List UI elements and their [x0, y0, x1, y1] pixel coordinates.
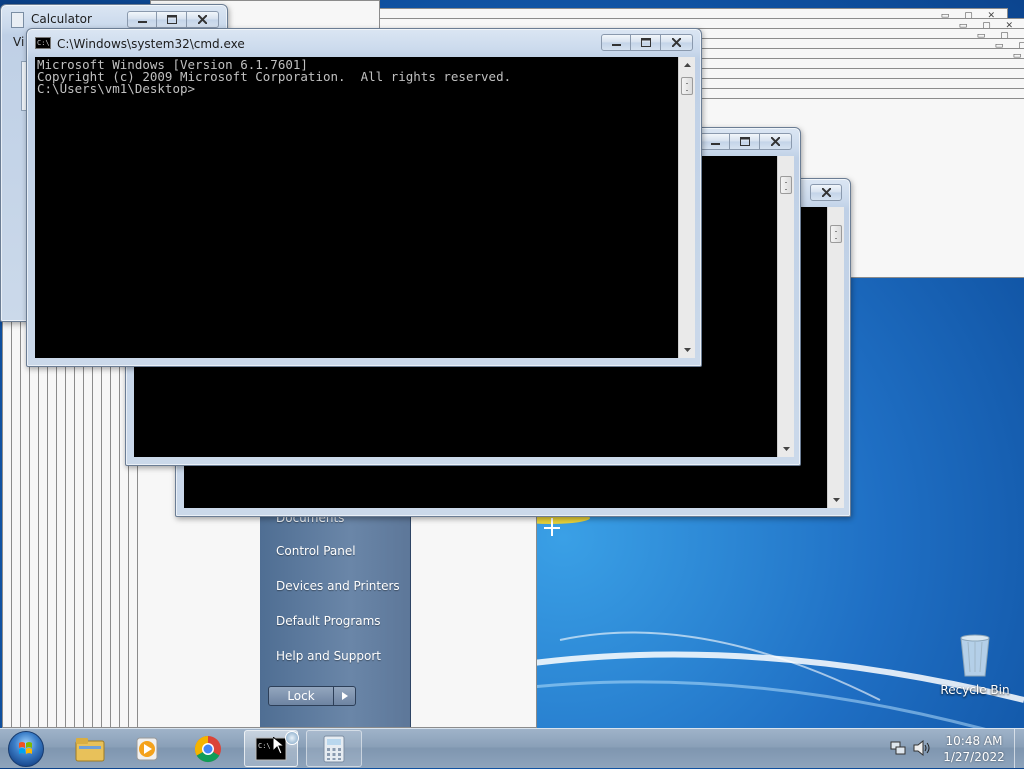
volume-icon[interactable]	[913, 739, 931, 759]
calculator-icon	[323, 735, 345, 762]
calculator-icon	[11, 12, 24, 28]
cmd-icon: C:\	[35, 37, 51, 49]
shutdown-options-arrow[interactable]	[334, 686, 356, 706]
close-icon	[672, 38, 681, 47]
minimize-icon	[710, 143, 720, 145]
close-icon	[771, 137, 780, 146]
windows-logo-icon	[19, 742, 32, 754]
cmd-minimize-button[interactable]	[601, 34, 631, 51]
taskbar-media-player[interactable]	[120, 730, 176, 767]
start-menu-item-default-programs[interactable]: Default Programs	[276, 614, 381, 628]
maximize-icon	[640, 38, 651, 47]
maximize-icon	[739, 137, 750, 146]
clock-time: 10:48 AM	[945, 734, 1003, 748]
calculator-menu-view[interactable]: Vi	[13, 35, 24, 49]
taskbar-cmd[interactable]: C:\	[244, 730, 299, 767]
start-menu-item-control-panel[interactable]: Control Panel	[276, 544, 356, 558]
media-player-icon	[136, 737, 158, 760]
taskbar-calculator[interactable]	[306, 730, 362, 767]
start-button[interactable]	[8, 731, 44, 767]
network-icon[interactable]	[890, 740, 906, 759]
show-desktop-button[interactable]	[1014, 729, 1024, 768]
arrow-down-icon	[683, 348, 691, 352]
clock-date: 1/27/2022	[943, 750, 1005, 764]
minimize-icon	[137, 21, 147, 23]
scroll-up-button[interactable]	[679, 57, 695, 73]
minimize-icon	[611, 44, 621, 46]
svg-text:C:\: C:\	[258, 742, 271, 750]
mouse-cursor-icon	[273, 737, 285, 755]
lock-button[interactable]: Lock	[268, 686, 334, 706]
calculator-title: Calculator	[31, 12, 92, 26]
cmd-maximize-button[interactable]	[631, 34, 661, 51]
cmd-close-button[interactable]	[661, 34, 693, 51]
console-prompt: C:\Users\vm1\Desktop>	[37, 81, 196, 96]
taskbar-explorer[interactable]	[62, 730, 118, 767]
maximize-icon	[166, 15, 177, 24]
chrome-icon	[194, 735, 221, 762]
tray-clock[interactable]: 10:48 AM 1/27/2022	[940, 733, 1008, 765]
chevron-right-icon	[341, 692, 348, 700]
notification-badge	[285, 731, 299, 745]
cmd-title: C:\Windows\system32\cmd.exe	[57, 37, 245, 51]
cmd-scrollbar[interactable]	[678, 57, 695, 358]
close-icon	[821, 188, 831, 197]
calculator-close-button[interactable]	[187, 11, 219, 28]
start-menu-item-devices-printers[interactable]: Devices and Printers	[276, 579, 400, 593]
calculator-maximize-button[interactable]	[157, 11, 187, 28]
scroll-down-button[interactable]	[679, 342, 695, 358]
close-icon	[198, 15, 207, 24]
folder-icon	[75, 737, 105, 761]
start-menu-item-help-support[interactable]: Help and Support	[276, 649, 381, 663]
cmd-window[interactable]: C:\ C:\Windows\system32\cmd.exe Microsof…	[26, 28, 702, 367]
cmd-console[interactable]: Microsoft Windows [Version 6.1.7601] Copy…	[35, 57, 678, 358]
calculator-minimize-button[interactable]	[127, 11, 157, 28]
scroll-thumb[interactable]	[681, 77, 693, 95]
arrow-up-icon	[683, 63, 691, 67]
taskbar-chrome[interactable]	[180, 730, 236, 767]
